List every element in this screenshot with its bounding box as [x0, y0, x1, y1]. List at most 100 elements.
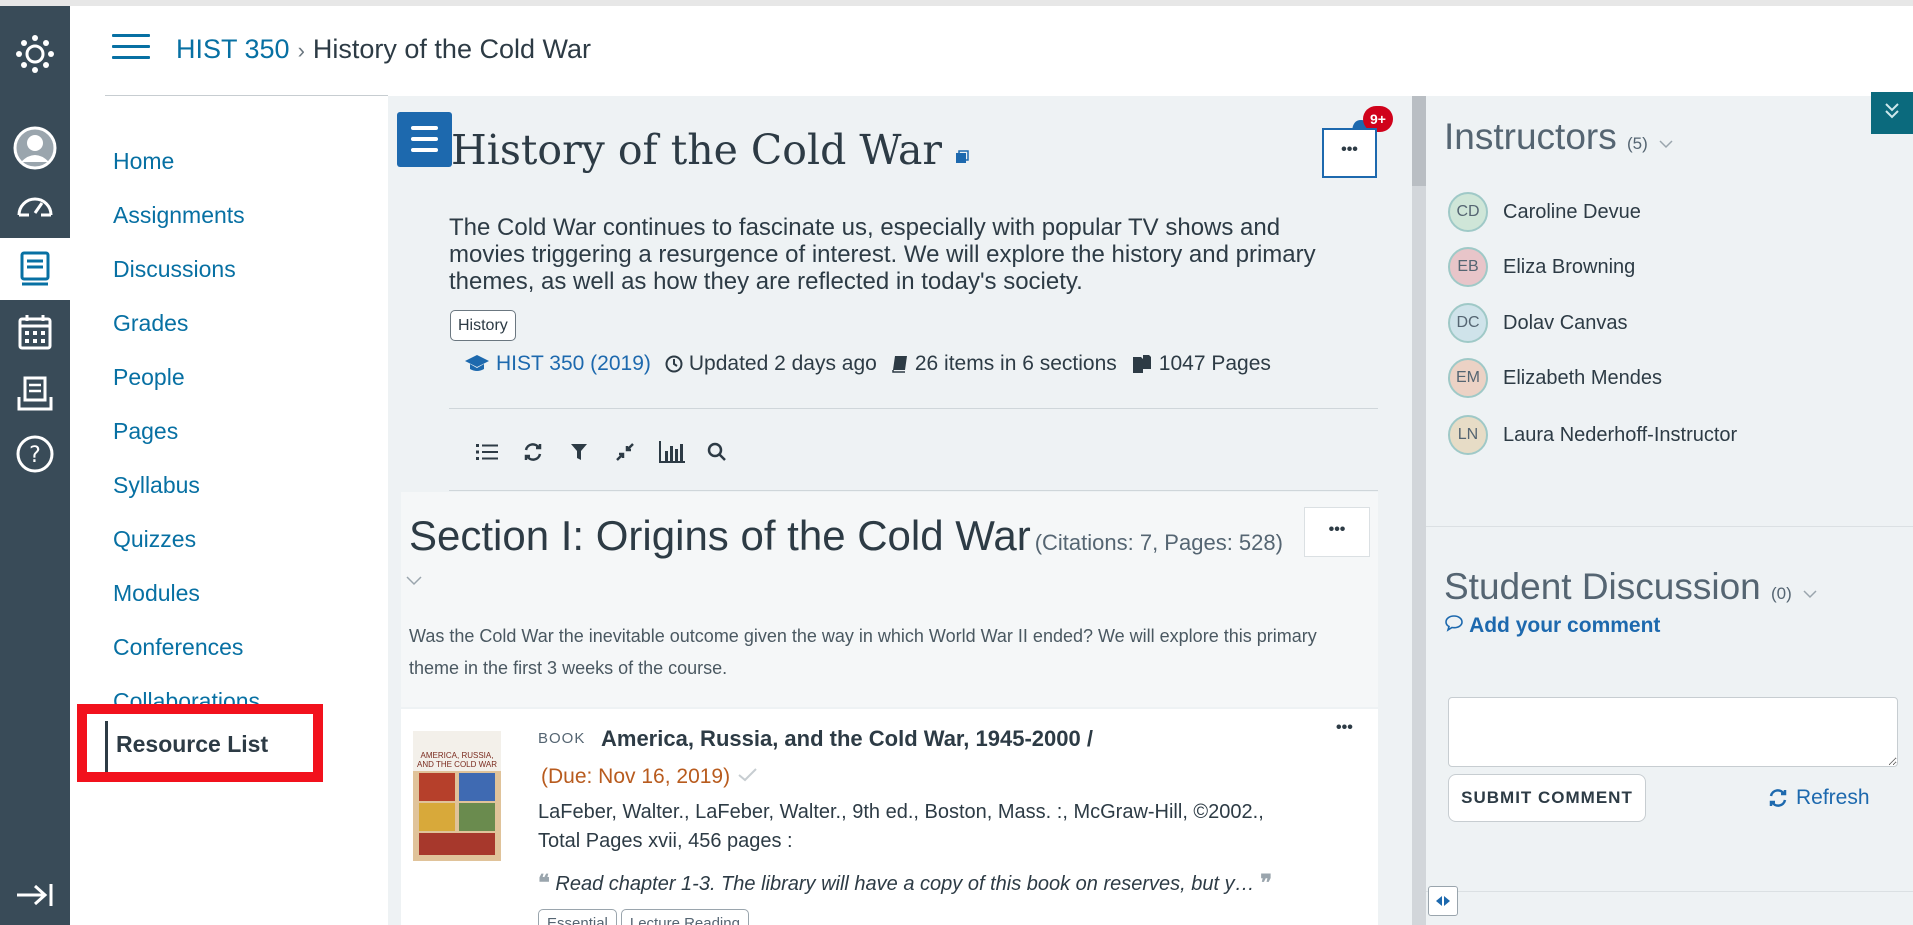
filter-icon[interactable]	[556, 434, 602, 470]
course-nav-conferences[interactable]: Conferences	[113, 632, 243, 662]
course-nav-discussions[interactable]: Discussions	[113, 254, 236, 284]
hamburger-menu-icon[interactable]	[112, 32, 150, 62]
section-more-button[interactable]: •••	[1304, 507, 1370, 557]
collapse-icon[interactable]	[0, 874, 70, 916]
list-icon[interactable]	[464, 434, 510, 470]
instructor-name: Eliza Browning	[1503, 255, 1636, 278]
item-more-button[interactable]: •••	[1336, 719, 1353, 737]
graduation-cap-icon	[465, 355, 489, 371]
help-icon[interactable]: ?	[0, 424, 70, 484]
speech-bubble-icon	[1445, 615, 1463, 632]
inbox-icon[interactable]	[0, 364, 70, 424]
course-nav-modules[interactable]: Modules	[113, 578, 200, 608]
scrollbar-thumb[interactable]	[1412, 96, 1426, 186]
course-link-text: HIST 350 (2019)	[496, 352, 651, 375]
pages-text: 1047 Pages	[1158, 352, 1271, 375]
global-nav: ?	[0, 6, 70, 925]
item-due-text: (Due: Nov 16, 2019)	[541, 765, 731, 788]
instructor-item[interactable]: EM Elizabeth Mendes	[1448, 357, 1662, 399]
instructor-item[interactable]: LN Laura Nederhoff-Instructor	[1448, 414, 1737, 456]
chevron-down-icon	[1659, 140, 1673, 149]
sync-icon	[1769, 789, 1787, 807]
external-link-icon[interactable]	[955, 150, 969, 164]
clock-icon	[665, 355, 683, 373]
item-authors: LaFeber, Walter., LaFeber, Walter., 9th …	[538, 801, 1264, 823]
item-title-link[interactable]: America, Russia, and the Cold War, 1945-…	[601, 726, 1093, 752]
quote-open-icon: ❝	[538, 870, 550, 895]
pages-icon	[1132, 355, 1151, 373]
discussion-count: (0)	[1771, 584, 1792, 603]
divider	[449, 408, 1378, 409]
collapse-all-icon[interactable]	[602, 434, 648, 470]
refresh-label: Refresh	[1796, 786, 1870, 809]
check-icon	[738, 768, 757, 782]
item-type: BOOK	[538, 730, 586, 747]
course-nav-assignments[interactable]: Assignments	[113, 200, 245, 230]
calendar-icon[interactable]	[0, 302, 70, 362]
instructors-heading[interactable]: Instructors (5)	[1444, 116, 1674, 158]
dashboard-icon[interactable]	[0, 176, 70, 232]
course-nav-pages[interactable]: Pages	[113, 416, 178, 446]
items-info: 26 items in 6 sections	[891, 352, 1117, 376]
section-title: Section I: Origins of the Cold War (Citat…	[409, 512, 1283, 560]
instructor-name: Elizabeth Mendes	[1503, 366, 1662, 389]
instructor-item[interactable]: CD Caroline Devue	[1448, 191, 1641, 233]
instructor-item[interactable]: DC Dolav Canvas	[1448, 302, 1628, 344]
course-nav-quizzes[interactable]: Quizzes	[113, 524, 196, 554]
submit-comment-button[interactable]: SUBMIT COMMENT	[1448, 774, 1646, 822]
pages-info: 1047 Pages	[1131, 352, 1271, 376]
chevron-down-icon[interactable]	[405, 574, 423, 592]
breadcrumb: HIST 350 › History of the Cold War	[176, 26, 591, 74]
list-meta: HIST 350 (2019) Updated 2 days ago 26 it…	[464, 352, 1285, 376]
item-tag[interactable]: Lecture Reading	[620, 909, 749, 925]
book-cover-image[interactable]: AMERICA, RUSSIA, AND THE COLD WAR	[413, 731, 501, 861]
search-icon[interactable]	[694, 434, 740, 470]
sync-icon[interactable]	[510, 434, 556, 470]
breadcrumb-course-link[interactable]: HIST 350	[176, 34, 290, 64]
section-description: Was the Cold War the inevitable outcome …	[409, 626, 1317, 678]
refresh-button[interactable]: Refresh	[1768, 786, 1870, 810]
courses-icon[interactable]	[0, 238, 70, 300]
add-comment-link[interactable]: Add your comment	[1444, 614, 1660, 638]
discussion-heading-text: Student Discussion	[1444, 566, 1761, 607]
discussion-heading[interactable]: Student Discussion (0)	[1444, 566, 1818, 608]
avatar: CD	[1448, 192, 1488, 232]
course-nav-syllabus[interactable]: Syllabus	[113, 470, 200, 500]
list-more-button[interactable]: •••	[1322, 128, 1377, 178]
resource-list-main: History of the Cold War 9+ ••• The Cold …	[388, 96, 1412, 925]
instructors-heading-text: Instructors	[1444, 116, 1617, 157]
course-nav-home[interactable]: Home	[113, 146, 174, 176]
add-comment-text: Add your comment	[1469, 614, 1661, 637]
avatar: DC	[1448, 303, 1488, 343]
list-toolbar	[464, 434, 740, 470]
main-scrollbar[interactable]	[1412, 96, 1426, 925]
list-item: AMERICA, RUSSIA, AND THE COLD WAR BOOK A…	[401, 709, 1378, 925]
items-text: 26 items in 6 sections	[914, 352, 1117, 375]
section-card: Section I: Origins of the Cold War (Citat…	[401, 492, 1378, 707]
chevron-down-icon	[1803, 590, 1817, 599]
item-tag[interactable]: Essential	[538, 909, 617, 925]
tag-history[interactable]: History	[450, 310, 516, 341]
divider	[1426, 891, 1913, 892]
comment-input[interactable]	[1448, 697, 1898, 767]
avatar: LN	[1448, 415, 1488, 455]
breadcrumb-separator: ›	[297, 38, 305, 63]
right-sidebar: Instructors (5) CD Caroline Devue EB Eli…	[1426, 96, 1913, 925]
account-icon[interactable]	[0, 120, 70, 176]
logo-icon[interactable]	[0, 26, 70, 82]
instructor-name: Laura Nederhoff-Instructor	[1503, 423, 1738, 446]
collapse-sidebar-button[interactable]	[1871, 92, 1913, 134]
chart-icon[interactable]	[648, 434, 694, 470]
course-nav-grades[interactable]: Grades	[113, 308, 188, 338]
divider	[1426, 526, 1913, 527]
updated-text: Updated 2 days ago	[688, 352, 877, 375]
course-nav-people[interactable]: People	[113, 362, 185, 392]
divider	[449, 490, 1378, 491]
list-menu-icon[interactable]	[397, 112, 452, 167]
header: HIST 350 › History of the Cold War	[70, 6, 1913, 92]
toggle-pane-icon[interactable]	[1428, 886, 1458, 916]
instructor-item[interactable]: EB Eliza Browning	[1448, 246, 1635, 288]
quote-close-icon: ❞	[1260, 870, 1273, 895]
book-cover-title: AMERICA, RUSSIA, AND THE COLD WAR	[416, 751, 497, 769]
course-link[interactable]: HIST 350 (2019)	[464, 352, 651, 376]
